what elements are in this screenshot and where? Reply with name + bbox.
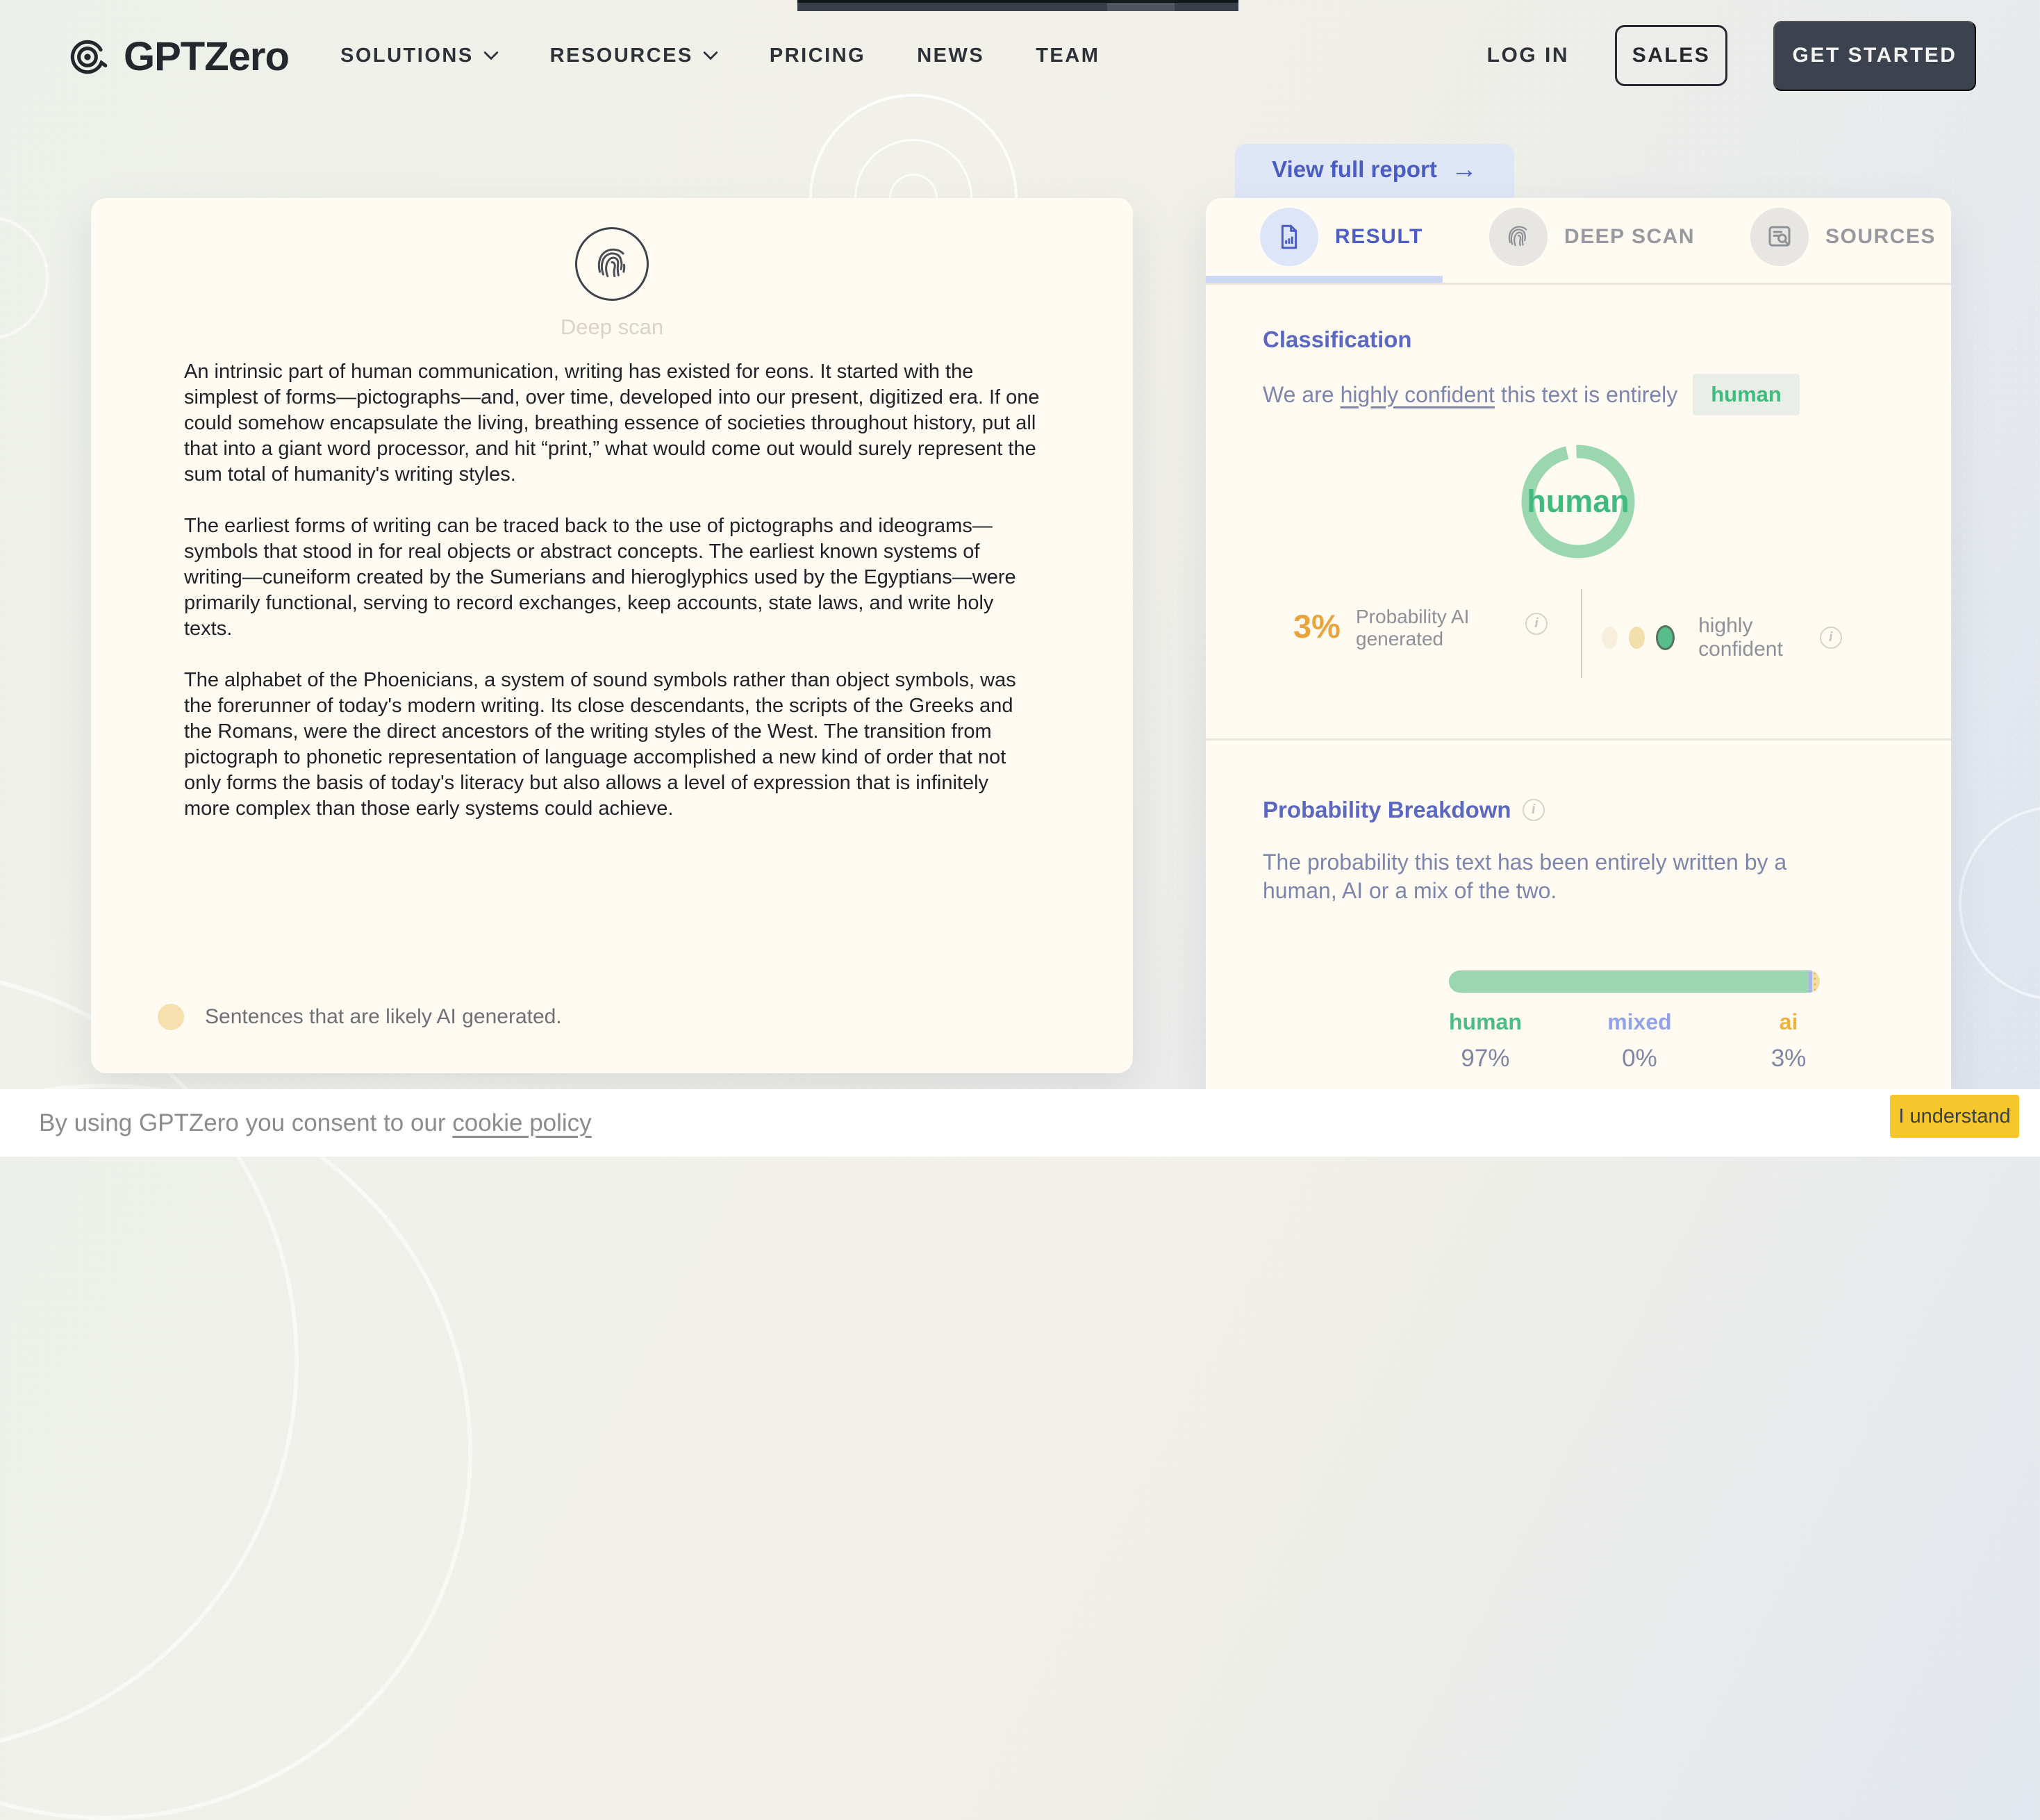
cookie-consent-bar: By using GPTZero you consent to our cook… [0, 1089, 2040, 1157]
classification-sentence: We are highly confident this text is ent… [1263, 374, 1902, 415]
bar-label-name: human [1449, 1009, 1522, 1035]
legend-text: Sentences that are likely AI generated. [205, 1005, 562, 1029]
tab-label: RESULT [1335, 225, 1423, 249]
ai-probability-label: Probability AI generated [1356, 606, 1516, 650]
paragraph: The alphabet of the Phoenicians, a syste… [184, 668, 1040, 822]
info-icon[interactable]: i [1525, 613, 1548, 635]
sales-button[interactable]: SALES [1615, 25, 1727, 86]
nav-item-pricing[interactable]: PRICING [770, 44, 865, 67]
bar-segment-human [1449, 970, 1809, 993]
chevron-down-icon [703, 51, 718, 60]
legend-dot-yellow [158, 1004, 184, 1030]
classification-section: Classification We are highly confident t… [1263, 326, 1902, 415]
decor-ring [1959, 806, 2040, 1000]
confidence-label: highly confident [1698, 614, 1802, 661]
brand[interactable]: GPTZero [65, 33, 289, 80]
fingerprint-icon [1489, 208, 1548, 266]
ai-sentence-legend: Sentences that are likely AI generated. [158, 1004, 562, 1030]
paragraph: The earliest forms of writing can be tra… [184, 513, 1040, 642]
nav-item-label: NEWS [917, 44, 984, 67]
section-divider [1206, 738, 1951, 741]
classification-donut: human [1516, 439, 1641, 564]
classification-heading: Classification [1263, 326, 1902, 353]
cookie-text: By using GPTZero you consent to our cook… [39, 1109, 592, 1137]
breakdown-heading-text: Probability Breakdown [1263, 797, 1511, 823]
view-full-report-button[interactable]: View full report → [1235, 144, 1514, 206]
tab-sources[interactable]: SOURCES [1750, 208, 1936, 266]
i-understand-button[interactable]: I understand [1890, 1095, 2019, 1138]
get-started-button[interactable]: GET STARTED [1773, 21, 1976, 91]
active-tab-indicator [1206, 276, 1443, 283]
human-badge: human [1693, 374, 1800, 415]
confidence-dot-mid [1629, 627, 1645, 649]
bar-labels: human 97% mixed 0% ai 3% [1449, 1009, 1820, 1073]
paragraph: An intrinsic part of human communication… [184, 359, 1040, 488]
breakdown-description: The probability this text has been entir… [1263, 848, 1860, 905]
tab-label: DEEP SCAN [1564, 225, 1695, 249]
bar-segment-ai [1812, 970, 1820, 993]
report-tabs: RESULT DEEP SCAN [1206, 198, 1951, 276]
sentence-suffix: this text is entirely [1501, 382, 1677, 408]
nav-item-solutions[interactable]: SOLUTIONS [340, 44, 499, 67]
gptzero-logo-icon [65, 34, 111, 80]
confidence-dot-high [1656, 625, 1675, 650]
bar-label-value: 97% [1449, 1045, 1522, 1073]
probability-breakdown-section: Probability Breakdown i The probability … [1263, 797, 1902, 905]
decor-ring [0, 215, 49, 340]
ai-probability-value: 3% [1293, 607, 1341, 645]
bar-label-mixed: mixed 0% [1607, 1009, 1671, 1073]
nav-item-label: TEAM [1036, 44, 1100, 67]
breakdown-bar-wrap: human 97% mixed 0% ai 3% [1449, 970, 1820, 1073]
sentence-prefix: We are [1263, 382, 1334, 408]
bar-label-name: mixed [1607, 1009, 1671, 1035]
breakdown-heading: Probability Breakdown i [1263, 797, 1902, 823]
chevron-down-icon [483, 51, 499, 60]
donut-center-label: human [1516, 439, 1641, 564]
nav-actions: LOG IN SALES GET STARTED [1487, 0, 1976, 111]
arrow-right-icon: → [1451, 156, 1477, 183]
cookie-policy-link[interactable]: cookie policy [452, 1109, 591, 1136]
decor-ring [0, 1084, 472, 1820]
tab-result[interactable]: RESULT [1260, 208, 1423, 266]
info-icon[interactable]: i [1820, 627, 1842, 649]
view-full-report-label: View full report [1272, 156, 1437, 183]
result-document-icon [1260, 208, 1318, 266]
fingerprint-icon [591, 243, 633, 285]
tab-divider-line [1206, 283, 1951, 285]
nav-items: SOLUTIONS RESOURCES PRICING NEWS TEAM [340, 0, 1100, 111]
bar-label-value: 0% [1607, 1045, 1671, 1073]
highly-confident-link[interactable]: highly confident [1341, 382, 1495, 408]
bar-label-name: ai [1757, 1009, 1820, 1035]
deep-scan-label: Deep scan [91, 315, 1133, 340]
brand-name[interactable]: GPTZero [124, 33, 289, 80]
vertical-divider [1581, 589, 1582, 678]
bar-label-value: 3% [1757, 1045, 1820, 1073]
cookie-text-prefix: By using GPTZero you consent to our [39, 1109, 452, 1136]
document-panel: Deep scan An intrinsic part of human com… [91, 198, 1133, 1073]
nav-item-label: PRICING [770, 44, 865, 67]
nav-item-team[interactable]: TEAM [1036, 44, 1100, 67]
report-panel: RESULT DEEP SCAN [1206, 198, 1951, 1089]
deep-scan-circle [575, 227, 649, 301]
sources-search-icon [1750, 208, 1809, 266]
confidence-meter: highly confident i [1602, 614, 1842, 661]
classification-heading-text: Classification [1263, 326, 1412, 353]
document-text[interactable]: An intrinsic part of human communication… [184, 359, 1040, 847]
tab-deep-scan[interactable]: DEEP SCAN [1489, 208, 1695, 266]
tab-label: SOURCES [1825, 225, 1936, 249]
nav-item-news[interactable]: NEWS [917, 44, 984, 67]
nav-item-resources[interactable]: RESOURCES [550, 44, 718, 67]
bar-label-human: human 97% [1449, 1009, 1522, 1073]
probability-bar [1449, 970, 1820, 993]
confidence-dot-low [1602, 627, 1618, 649]
nav-item-label: RESOURCES [550, 44, 693, 67]
top-navigation: GPTZero SOLUTIONS RESOURCES PRICING NEWS… [0, 0, 2040, 111]
info-icon[interactable]: i [1523, 799, 1545, 821]
nav-item-label: SOLUTIONS [340, 44, 474, 67]
login-link[interactable]: LOG IN [1487, 44, 1569, 67]
bar-label-ai: ai 3% [1757, 1009, 1820, 1073]
